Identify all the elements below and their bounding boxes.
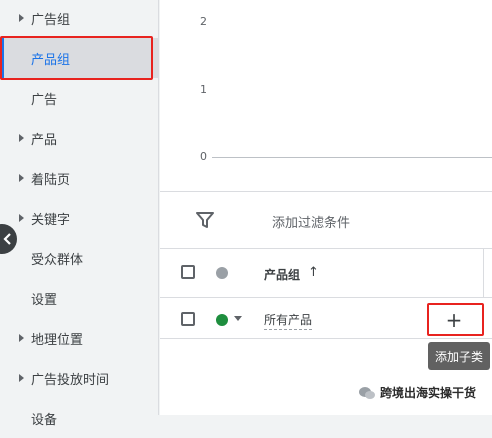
sidebar-item-locations[interactable]: 地理位置	[0, 318, 158, 358]
divider	[160, 297, 492, 298]
caret-right-icon	[19, 174, 24, 182]
sidebar-item-label: 着陆页	[31, 172, 71, 188]
sidebar-item-label: 关键字	[31, 212, 71, 228]
sidebar-item-devices[interactable]: 设备	[0, 398, 158, 438]
sidebar-item-products[interactable]: 产品	[0, 118, 158, 158]
add-filter-button[interactable]: 添加过滤条件	[272, 212, 350, 231]
sidebar-item-label: 广告组	[31, 12, 71, 28]
status-enabled-dot[interactable]	[216, 314, 228, 326]
row-checkbox[interactable]	[181, 312, 195, 326]
sidebar-item-label: 受众群体	[31, 252, 84, 268]
chevron-left-icon	[3, 233, 11, 245]
performance-chart: 2 1 0	[160, 0, 492, 191]
product-group-name[interactable]: 所有产品	[264, 311, 313, 330]
column-separator	[483, 249, 484, 297]
select-all-checkbox[interactable]	[181, 265, 195, 279]
sidebar-item-label: 设置	[31, 292, 58, 308]
y-tick-label: 0	[200, 150, 207, 163]
filter-icon[interactable]	[196, 212, 214, 228]
caret-right-icon	[19, 334, 24, 342]
divider	[160, 338, 492, 339]
chart-baseline	[212, 157, 492, 158]
sidebar-item-landing-pages[interactable]: 着陆页	[0, 158, 158, 198]
sidebar-item-keywords[interactable]: 关键字	[0, 198, 158, 238]
caret-right-icon	[19, 134, 24, 142]
highlight-box-product-groups	[0, 36, 153, 80]
sort-ascending-icon[interactable]: ↑	[308, 265, 319, 280]
status-header-dot	[216, 267, 228, 279]
sidebar-item-label: 广告投放时间	[31, 372, 110, 388]
y-tick-label: 2	[200, 15, 207, 28]
sidebar-item-ad-schedule[interactable]: 广告投放时间	[0, 358, 158, 398]
highlight-box-add-button	[427, 303, 484, 336]
watermark: 跨境出海实操干货	[358, 384, 476, 401]
status-dropdown-icon[interactable]	[234, 316, 242, 321]
divider	[160, 248, 492, 249]
wechat-icon	[359, 386, 375, 399]
tooltip: 添加子类	[428, 342, 490, 370]
caret-right-icon	[19, 14, 24, 22]
watermark-text: 跨境出海实操干货	[380, 386, 477, 400]
sidebar-item-ad-groups[interactable]: 广告组	[0, 0, 158, 38]
sidebar-item-label: 设备	[31, 412, 58, 428]
filter-bar: 添加过滤条件	[160, 192, 492, 248]
caret-right-icon	[19, 214, 24, 222]
sidebar-item-label: 地理位置	[31, 332, 84, 348]
sidebar-item-settings[interactable]: 设置	[0, 278, 158, 318]
y-tick-label: 1	[200, 83, 207, 96]
sidebar-item-audiences[interactable]: 受众群体	[0, 238, 158, 278]
sidebar-item-ads[interactable]: 广告	[0, 78, 158, 118]
sidebar-item-label: 产品	[31, 132, 58, 148]
sidebar-item-label: 广告	[31, 92, 58, 108]
column-header-product-group[interactable]: 产品组	[264, 266, 300, 283]
caret-right-icon	[19, 374, 24, 382]
